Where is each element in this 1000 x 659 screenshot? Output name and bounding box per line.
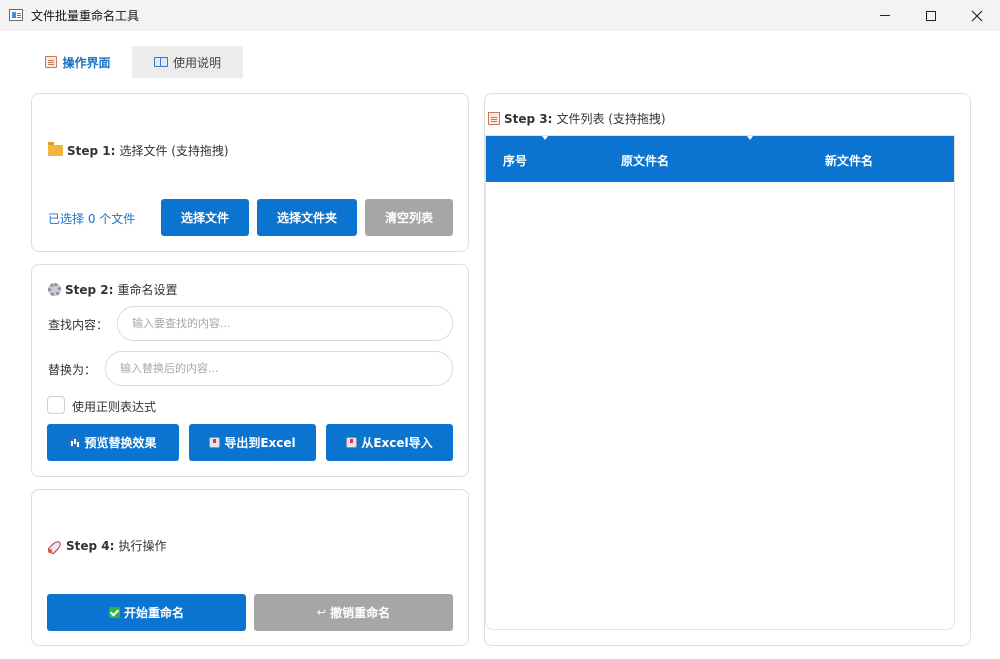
step3-title-bold: Step 3: — [504, 111, 553, 126]
column-header-original-name[interactable]: 原文件名 — [621, 152, 669, 169]
find-input[interactable] — [117, 306, 453, 341]
step2-title-bold: Step 2: — [65, 282, 114, 297]
chart-icon — [69, 437, 81, 448]
step2-title-text: 重命名设置 — [117, 283, 178, 297]
title-bar: 文件批量重命名工具 — [0, 0, 1000, 31]
step3-title-text: 文件列表 (支持拖拽) — [556, 112, 666, 126]
select-folder-button[interactable]: 选择文件夹 — [257, 199, 357, 236]
selected-count: 已选择 0 个文件 — [48, 212, 136, 226]
tab-instructions-label: 使用说明 — [172, 55, 221, 70]
minimize-button[interactable] — [862, 0, 908, 31]
step1-title-text: 选择文件 (支持拖拽) — [119, 144, 229, 158]
export-excel-button[interactable]: 导出到Excel — [189, 424, 316, 461]
folder-icon — [48, 142, 63, 156]
replace-input[interactable] — [105, 351, 453, 386]
book-icon — [153, 57, 168, 67]
start-rename-button[interactable]: 开始重命名 — [47, 594, 246, 631]
export-excel-label: 导出到Excel — [224, 436, 296, 450]
app-icon — [9, 9, 23, 21]
maximize-button[interactable] — [908, 0, 954, 31]
outbox-icon — [209, 437, 221, 448]
column-header-new-name[interactable]: 新文件名 — [825, 152, 873, 169]
maximize-icon — [926, 10, 936, 21]
regex-label: 使用正则表达式 — [72, 400, 157, 414]
step2-title: Step 2: 重命名设置 — [48, 281, 177, 298]
file-list-table[interactable]: 序号 原文件名 新文件名 — [485, 135, 955, 630]
step3-title: Step 3: 文件列表 (支持拖拽) — [488, 110, 666, 127]
preview-button-label: 预览替换效果 — [84, 436, 157, 450]
column-divider[interactable] — [542, 136, 548, 140]
undo-icon: ↩ — [316, 606, 327, 619]
tab-instructions[interactable]: 使用说明 — [132, 46, 243, 78]
step4-title-bold: Step 4: — [66, 538, 115, 553]
undo-rename-label: 撤销重命名 — [330, 606, 391, 620]
preview-button[interactable]: 预览替换效果 — [47, 424, 179, 461]
step1-title-bold: Step 1: — [67, 143, 116, 158]
tab-operations-label: 操作界面 — [62, 55, 111, 70]
minimize-icon — [880, 15, 890, 16]
check-icon — [108, 607, 120, 618]
clipboard-icon — [45, 56, 58, 68]
gear-icon — [48, 283, 61, 296]
rocket-icon — [48, 539, 62, 553]
step4-title-text: 执行操作 — [118, 539, 167, 553]
find-label: 查找内容： — [48, 318, 109, 332]
step4-title: Step 4: 执行操作 — [48, 537, 166, 554]
select-files-button[interactable]: 选择文件 — [161, 199, 249, 236]
table-header: 序号 原文件名 新文件名 — [486, 136, 954, 182]
undo-rename-button[interactable]: ↩ 撤销重命名 — [254, 594, 453, 631]
import-excel-label: 从Excel导入 — [361, 436, 433, 450]
tab-operations[interactable]: 操作界面 — [31, 46, 125, 78]
close-button[interactable] — [954, 0, 1000, 31]
column-header-index[interactable]: 序号 — [503, 152, 527, 169]
replace-label: 替换为： — [48, 363, 97, 377]
import-excel-button[interactable]: 从Excel导入 — [326, 424, 453, 461]
window-title: 文件批量重命名工具 — [31, 9, 140, 23]
column-divider[interactable] — [747, 136, 753, 140]
clear-list-button[interactable]: 清空列表 — [365, 199, 453, 236]
inbox-icon — [346, 437, 358, 448]
clipboard-icon — [488, 112, 500, 125]
close-icon — [971, 10, 983, 21]
step1-title: Step 1: 选择文件 (支持拖拽) — [48, 142, 229, 159]
start-rename-label: 开始重命名 — [123, 606, 184, 620]
regex-checkbox[interactable] — [47, 396, 65, 414]
